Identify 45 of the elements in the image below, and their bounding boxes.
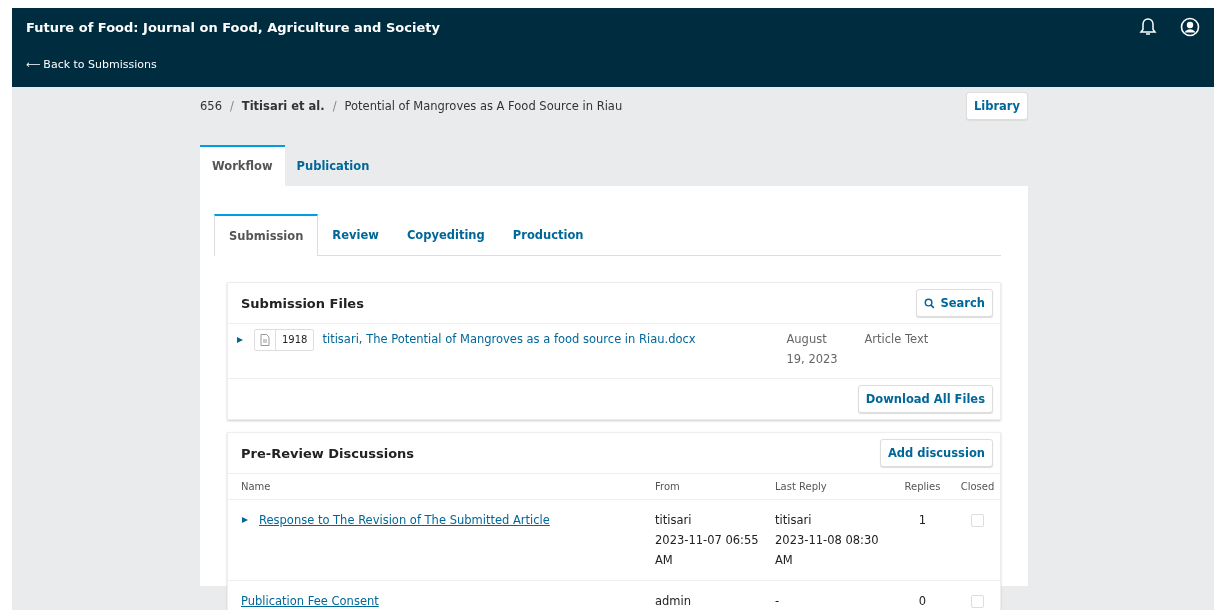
table-cell-line: titisari xyxy=(775,512,812,529)
back-to-submissions-link[interactable]: ⟵ Back to Submissions xyxy=(26,58,157,71)
tab[interactable]: Workflow xyxy=(200,145,285,186)
download-all-files-button[interactable]: Download All Files xyxy=(857,385,993,413)
table-cell-line: admin xyxy=(655,593,692,610)
stage-tab[interactable]: Review xyxy=(318,214,393,255)
file-type: Article Text xyxy=(864,332,929,346)
column-header: Replies xyxy=(903,481,942,492)
card-title: Submission Files xyxy=(241,295,364,311)
table-cell-text: 1 xyxy=(917,512,928,529)
table-cell-line: titisari xyxy=(655,512,692,529)
breadcrumb-separator: / xyxy=(229,99,234,113)
stage-tab[interactable]: Production xyxy=(498,214,598,255)
stage-tab[interactable]: Copyediting xyxy=(392,214,499,255)
journal-title: Future of Food: Journal on Food, Agriculture and Society xyxy=(26,19,440,35)
table-cell-line: - xyxy=(775,593,780,610)
table-cell-line: 2023-11-08 08:30 AM xyxy=(775,532,880,569)
discussion-link[interactable]: Publication Fee Consent xyxy=(241,591,379,610)
column-header: From xyxy=(655,481,681,492)
file-date: August 19, 2023 xyxy=(786,331,839,368)
expand-triangle-icon[interactable] xyxy=(241,516,249,524)
table-cell-line: 2023-11-07 06:55 AM xyxy=(655,532,760,569)
column-header: Closed xyxy=(959,481,996,492)
user-account-icon[interactable] xyxy=(1180,17,1200,37)
closed-checkbox[interactable] xyxy=(971,514,984,527)
breadcrumb-separator: / xyxy=(332,99,337,113)
discussion-link[interactable]: Response to The Revision of The Submitted Article xyxy=(259,510,550,530)
notification-bell-icon[interactable] xyxy=(1138,17,1158,37)
table-cell-text: 0 xyxy=(917,593,928,610)
closed-checkbox[interactable] xyxy=(971,595,984,608)
search-button[interactable]: Search xyxy=(916,289,993,317)
column-header: Last Reply xyxy=(775,481,828,492)
submission-id: 656 xyxy=(200,99,222,113)
file-id: 1918 xyxy=(275,330,314,350)
search-icon xyxy=(924,297,936,309)
add-discussion-button[interactable]: Add discussion xyxy=(879,439,993,467)
author-names: Titisari et al. xyxy=(241,99,325,113)
file-name-link[interactable]: titisari, The Potential of Mangroves as a food source in Riau.docx xyxy=(322,332,773,346)
stage-tab[interactable]: Submission xyxy=(214,214,319,256)
card-title: Pre-Review Discussions xyxy=(241,445,415,461)
submission-title: Potential of Mangroves as A Food Source in Riau xyxy=(344,99,623,113)
expand-triangle-icon[interactable] xyxy=(236,336,244,344)
tab[interactable]: Publication xyxy=(284,145,382,186)
column-header: Name xyxy=(241,481,272,492)
library-button[interactable]: Library xyxy=(965,92,1028,120)
